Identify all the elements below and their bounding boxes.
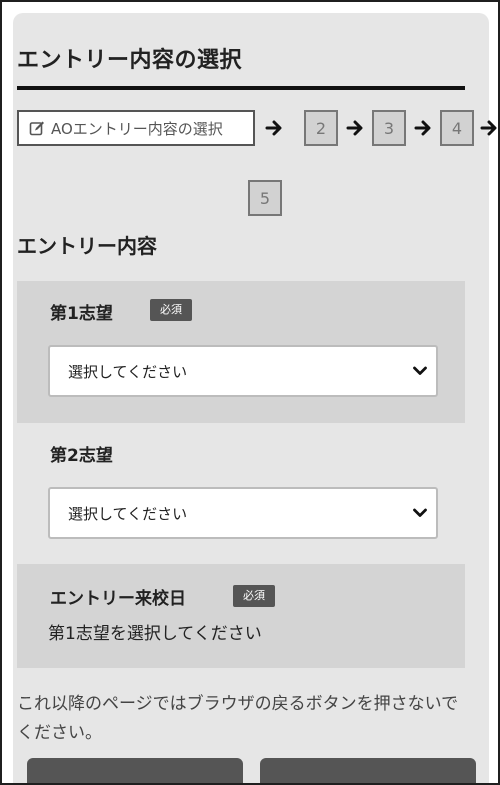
second-choice-select[interactable]: 選択してください (48, 487, 438, 539)
first-choice-block: 第1志望 必須 選択してください (17, 281, 465, 423)
step-current: AOエントリー内容の選択 (17, 110, 255, 146)
visit-date-label: エントリー来校日 (50, 589, 186, 609)
section-heading: エントリー内容 (17, 234, 157, 258)
required-badge: 必須 (233, 585, 275, 607)
step-2: 2 (304, 110, 338, 146)
arrow-right-icon (480, 120, 497, 136)
arrow-right-icon (265, 120, 282, 136)
step-indicator: AOエントリー内容の選択 2 3 4 5 (17, 110, 497, 216)
visit-date-block: エントリー来校日 必須 第1志望を選択してください (17, 564, 465, 668)
back-button-notice: これ以降のページではブラウザの戻るボタンを押さないでください。 (17, 694, 459, 743)
second-choice-block: 第2志望 選択してください (17, 423, 465, 563)
next-button[interactable] (260, 758, 476, 783)
second-choice-label: 第2志望 (50, 446, 113, 466)
step-current-label: AOエントリー内容の選択 (51, 119, 223, 138)
step-4: 4 (440, 110, 474, 146)
chevron-down-icon (413, 508, 427, 517)
first-choice-select-value: 選択してください (68, 362, 188, 381)
edit-icon (29, 121, 44, 136)
back-button[interactable] (27, 758, 243, 783)
page-title: エントリー内容の選択 (17, 48, 243, 73)
step-5: 5 (248, 180, 282, 216)
second-choice-select-value: 選択してください (68, 504, 188, 523)
visit-date-message: 第1志望を選択してください (48, 624, 262, 644)
first-choice-select[interactable]: 選択してください (48, 345, 438, 397)
arrow-right-icon (346, 120, 363, 136)
phone-frame: エントリー内容の選択 AOエントリー内容の選択 2 3 4 5 エントリー内容 (0, 0, 500, 785)
title-divider (17, 86, 465, 90)
chevron-down-icon (413, 366, 427, 375)
first-choice-label: 第1志望 (50, 304, 113, 324)
required-badge: 必須 (150, 299, 192, 321)
arrow-right-icon (414, 120, 431, 136)
step-3: 3 (372, 110, 406, 146)
